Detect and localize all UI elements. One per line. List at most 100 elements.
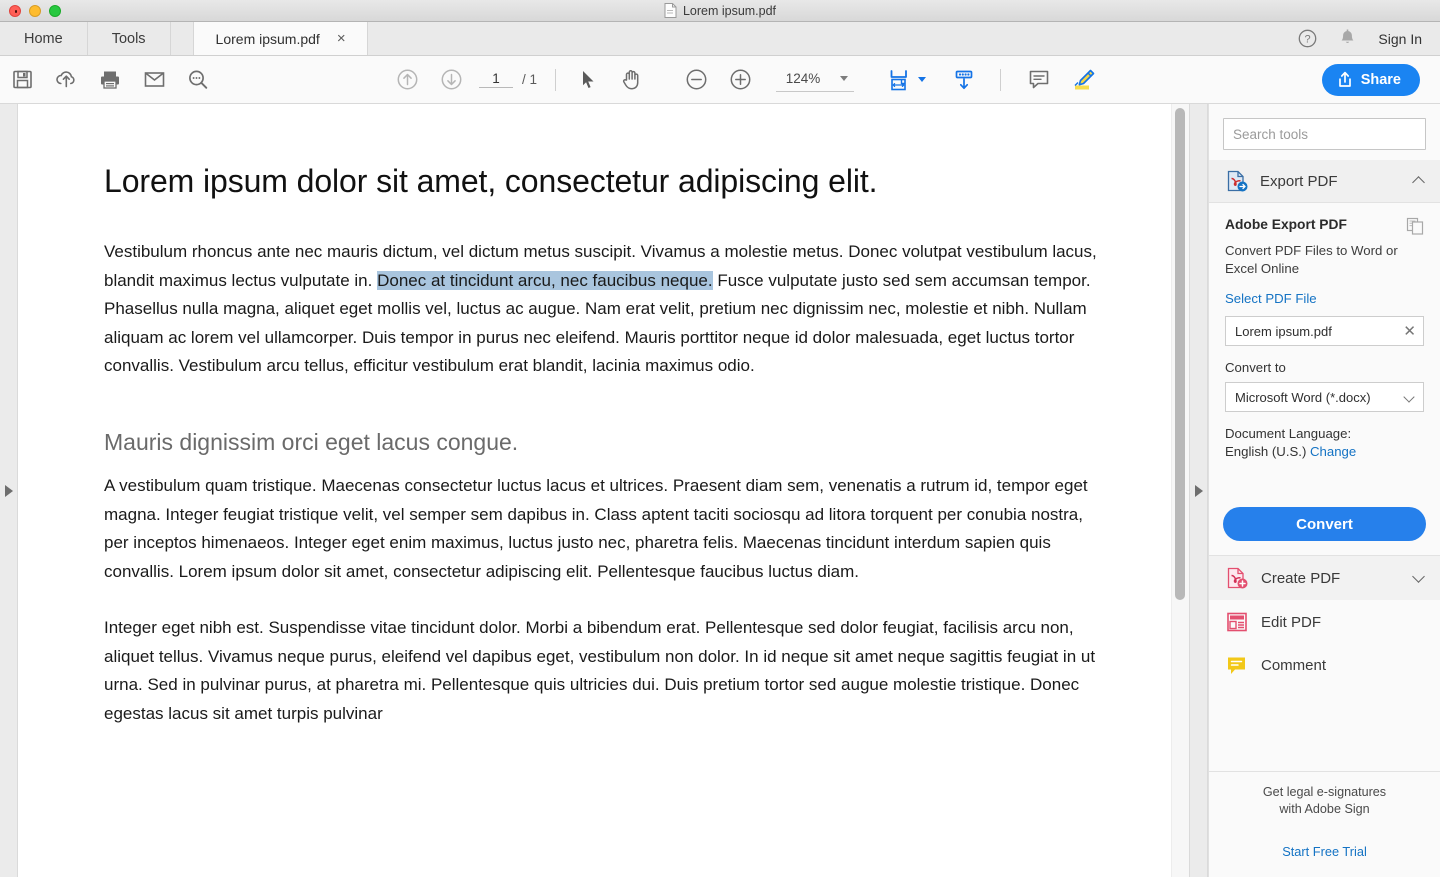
page-navigation: / 1 xyxy=(479,71,537,88)
document-paragraph-3: Integer eget nibh est. Suspendisse vitae… xyxy=(104,618,1096,723)
document-language-value: English (U.S.) xyxy=(1225,444,1307,459)
convert-button[interactable]: Convert xyxy=(1223,507,1426,541)
sidebar-item-create-pdf[interactable]: Create PDF xyxy=(1209,556,1440,600)
adobe-sign-promo: Get legal e-signatures with Adobe Sign S… xyxy=(1209,771,1440,877)
share-button-label: Share xyxy=(1360,71,1401,88)
scroll-mode-button[interactable] xyxy=(942,58,986,102)
share-button[interactable]: Share xyxy=(1321,63,1420,96)
search-tools-input[interactable] xyxy=(1223,118,1426,150)
duplicate-pages-icon[interactable] xyxy=(1406,217,1424,235)
toolbar-zoom-group: 124% xyxy=(674,58,855,102)
right-panel-rail[interactable] xyxy=(1189,104,1208,877)
sidebar-item-label: Create PDF xyxy=(1261,569,1341,587)
upload-to-cloud-button[interactable] xyxy=(44,58,88,102)
select-tool-button[interactable] xyxy=(566,58,610,102)
change-language-link[interactable]: Change xyxy=(1310,444,1356,459)
page-up-arrow-icon xyxy=(397,69,417,90)
sign-in-button[interactable]: Sign In xyxy=(1378,31,1422,47)
document-heading-2: Mauris dignissim orci eget lacus congue. xyxy=(104,428,519,455)
document-viewer[interactable]: Lorem ipsum dolor sit amet, consectetur … xyxy=(18,104,1189,877)
sidebar-item-edit-pdf[interactable]: Edit PDF xyxy=(1209,600,1440,644)
app-body: Lorem ipsum dolor sit amet, consectetur … xyxy=(0,104,1440,877)
email-button[interactable] xyxy=(132,58,176,102)
left-panel-rail[interactable] xyxy=(0,104,18,877)
toolbar-file-group xyxy=(0,58,220,102)
next-page-button[interactable] xyxy=(429,58,473,102)
tools-sidebar: Export PDF Adobe Export PDF Convert PDF … xyxy=(1208,104,1440,877)
export-panel-title: Adobe Export PDF xyxy=(1225,217,1347,232)
promo-line-2: with Adobe Sign xyxy=(1279,802,1370,816)
document-scrollbar-thumb[interactable] xyxy=(1175,108,1185,600)
document-paragraph-1: Vestibulum rhoncus ante nec mauris dictu… xyxy=(104,238,1103,381)
nav-home[interactable]: Home xyxy=(0,22,88,55)
zoom-in-button[interactable] xyxy=(718,58,762,102)
cloud-upload-icon xyxy=(55,71,75,88)
zoom-level-dropdown[interactable]: 124% xyxy=(776,68,855,92)
sidebar-item-comment[interactable]: Comment xyxy=(1209,644,1440,686)
notification-bell-icon[interactable] xyxy=(1339,29,1356,48)
sidebar-item-label: Comment xyxy=(1261,656,1327,674)
page-scroll-down-icon xyxy=(955,70,973,89)
tab-bar: Home Tools Lorem ipsum.pdf × ? Sign In xyxy=(0,22,1440,56)
select-pdf-file-link[interactable]: Select PDF File xyxy=(1225,291,1424,306)
email-envelope-icon xyxy=(144,72,164,87)
share-upload-icon xyxy=(1338,71,1351,87)
toolbar-divider-2 xyxy=(1000,68,1002,91)
page-down-arrow-icon xyxy=(441,69,461,90)
pdf-file-icon xyxy=(664,3,677,18)
export-panel-description: Convert PDF Files to Word or Excel Onlin… xyxy=(1225,243,1398,276)
hand-tool-button[interactable] xyxy=(610,58,654,102)
save-button[interactable] xyxy=(0,58,44,102)
search-magnifier-icon xyxy=(189,70,208,89)
zoom-in-plus-icon xyxy=(730,69,750,90)
document-paragraph-2: A vestibulum quam tristique. Maecenas co… xyxy=(104,476,1088,581)
export-pdf-icon xyxy=(1227,170,1248,192)
page-number-input[interactable] xyxy=(479,71,513,88)
selected-text-highlight[interactable]: Donec at tincidunt arcu, nec faucibus ne… xyxy=(377,270,713,290)
toolbar-tool-group xyxy=(566,58,654,102)
comment-bubble-icon xyxy=(1029,70,1049,89)
export-pdf-panel-label: Export PDF xyxy=(1260,172,1338,190)
highlight-button[interactable] xyxy=(1061,58,1105,102)
chevron-up-icon[interactable] xyxy=(1413,175,1426,188)
close-tab-button[interactable]: × xyxy=(334,29,349,48)
pdf-page: Lorem ipsum dolor sit amet, consectetur … xyxy=(18,104,1189,877)
nav-tools[interactable]: Tools xyxy=(88,22,171,55)
selected-file-name: Lorem ipsum.pdf xyxy=(1235,323,1332,339)
search-button[interactable] xyxy=(176,58,220,102)
fit-page-width-icon xyxy=(890,69,907,90)
hand-pan-icon xyxy=(623,70,639,90)
document-tab[interactable]: Lorem ipsum.pdf × xyxy=(192,22,368,55)
fit-page-dropdown-caret-icon[interactable] xyxy=(918,77,927,82)
main-toolbar: / 1 xyxy=(0,56,1440,104)
export-pdf-panel-header[interactable]: Export PDF xyxy=(1209,160,1440,203)
document-language-block: Document Language: English (U.S.) Change xyxy=(1225,425,1424,461)
cursor-arrow-icon xyxy=(583,71,594,88)
document-scrollbar-track[interactable] xyxy=(1171,104,1189,877)
document-heading-1: Lorem ipsum dolor sit amet, consectetur … xyxy=(104,163,878,199)
chevron-down-icon xyxy=(840,75,849,81)
help-circle-icon[interactable]: ? xyxy=(1298,29,1317,48)
toolbar-annotate-group xyxy=(1017,58,1105,102)
window-title: Lorem ipsum.pdf xyxy=(0,3,1440,18)
start-free-trial-link[interactable]: Start Free Trial xyxy=(1225,844,1424,859)
zoom-out-button[interactable] xyxy=(674,58,718,102)
chevron-down-icon[interactable] xyxy=(1413,572,1426,585)
fit-page-button[interactable] xyxy=(884,58,914,102)
convert-to-dropdown[interactable]: Microsoft Word (*.docx) xyxy=(1225,382,1424,412)
expand-right-panel-triangle-icon[interactable] xyxy=(1194,484,1203,497)
convert-to-value: Microsoft Word (*.docx) xyxy=(1235,389,1371,405)
comment-button[interactable] xyxy=(1017,58,1061,102)
expand-left-panel-triangle-icon[interactable] xyxy=(4,484,13,497)
promo-line-1: Get legal e-signatures xyxy=(1262,785,1387,799)
clear-x-icon[interactable]: ✕ xyxy=(1403,324,1416,339)
save-floppy-icon xyxy=(12,70,32,89)
edit-pdf-icon xyxy=(1227,612,1247,632)
document-tab-label: Lorem ipsum.pdf xyxy=(215,30,320,47)
acrobat-window: Lorem ipsum.pdf Home Tools Lorem ipsum.p… xyxy=(0,0,1440,877)
selected-file-field[interactable]: Lorem ipsum.pdf ✕ xyxy=(1225,316,1424,346)
previous-page-button[interactable] xyxy=(385,58,429,102)
print-button[interactable] xyxy=(88,58,132,102)
tools-list: Create PDF Edit PDF Comment xyxy=(1209,555,1440,686)
zoom-out-minus-icon xyxy=(686,69,706,90)
